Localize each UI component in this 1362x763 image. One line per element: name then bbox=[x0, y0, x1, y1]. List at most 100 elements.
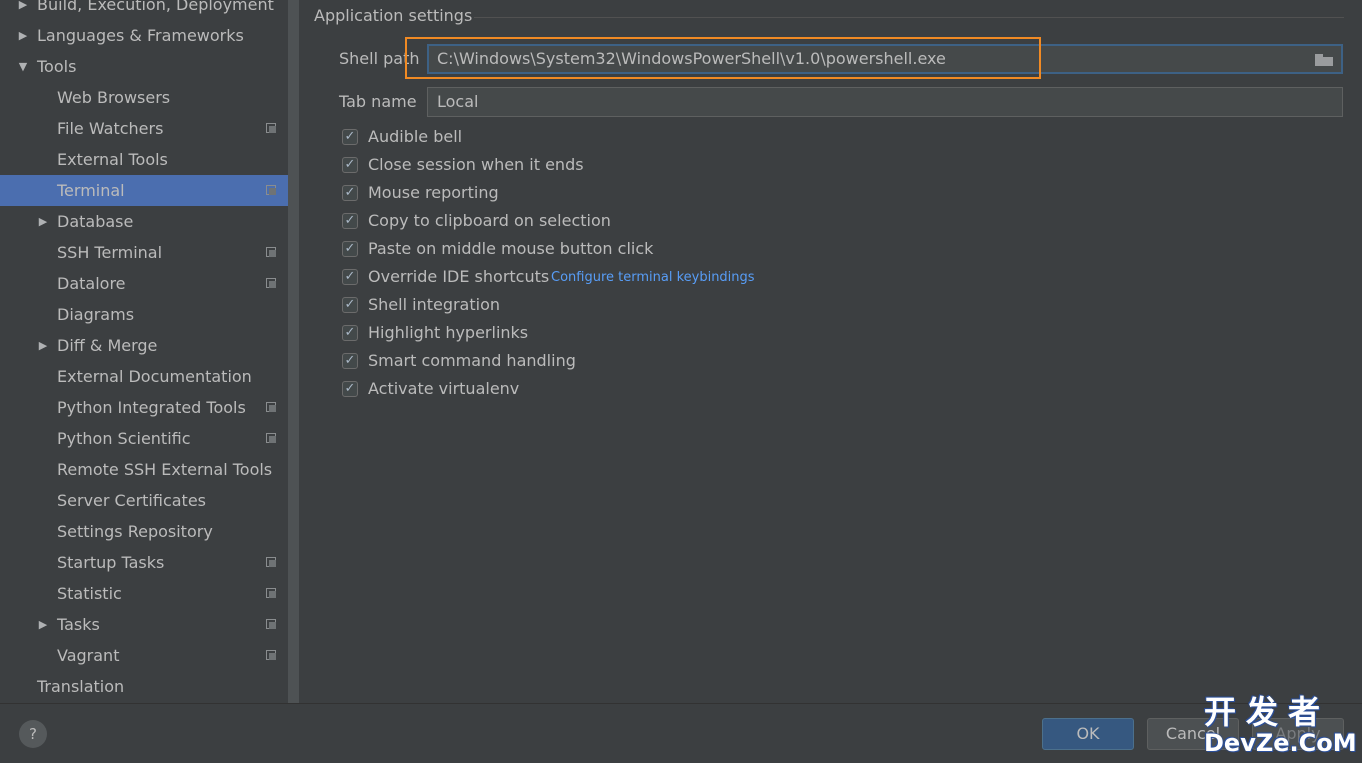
sidebar-item[interactable]: ▶ Diff & Merge bbox=[0, 330, 288, 361]
sidebar-item-label: Translation bbox=[37, 677, 125, 696]
collapsed-arrow-icon[interactable]: ▶ bbox=[17, 0, 29, 20]
project-level-icon bbox=[266, 588, 276, 598]
project-level-icon bbox=[266, 619, 276, 629]
sidebar-item-label: Languages & Frameworks bbox=[37, 26, 244, 45]
project-level-icon bbox=[266, 278, 276, 288]
group-title: Application settings bbox=[314, 6, 473, 25]
cancel-button[interactable]: Cancel bbox=[1147, 718, 1239, 750]
settings-tree: ▶ Build, Execution, Deployment ▶ Languages … bbox=[0, 0, 288, 703]
dialog-footer: ? OK Cancel Apply bbox=[0, 703, 1362, 763]
group-divider bbox=[474, 17, 1344, 18]
sidebar-item-label: File Watchers bbox=[57, 119, 164, 138]
checkbox-label: Paste on middle mouse button click bbox=[368, 239, 654, 258]
sidebar-item[interactable]: Server Certificates bbox=[0, 485, 288, 516]
sidebar-item-label: Datalore bbox=[57, 274, 126, 293]
sidebar-item[interactable]: Datalore bbox=[0, 268, 288, 299]
sidebar-item-label: Remote SSH External Tools bbox=[57, 460, 273, 479]
checkbox-label: Copy to clipboard on selection bbox=[368, 211, 611, 230]
collapsed-arrow-icon[interactable]: ▶ bbox=[17, 20, 29, 51]
sidebar-item-label: Tools bbox=[37, 57, 77, 76]
sidebar-item-label: SSH Terminal bbox=[57, 243, 163, 262]
sidebar-item-label: External Tools bbox=[57, 150, 168, 169]
sidebar-item-label: Tasks bbox=[57, 615, 100, 634]
sidebar-item-label: Statistic bbox=[57, 584, 122, 603]
configure-keybindings-link[interactable]: Configure terminal keybindings bbox=[551, 270, 755, 286]
collapsed-arrow-icon[interactable]: ▶ bbox=[37, 206, 49, 237]
shell-path-value: C:\Windows\System32\WindowsPowerShell\v1… bbox=[437, 49, 946, 68]
sidebar-item[interactable]: SSH Terminal bbox=[0, 237, 288, 268]
checkbox-label: Activate virtualenv bbox=[368, 379, 520, 398]
help-button[interactable]: ? bbox=[19, 720, 47, 748]
sidebar-item[interactable]: ▶ Tasks bbox=[0, 609, 288, 640]
sidebar-item[interactable]: Python Scientific bbox=[0, 423, 288, 454]
sidebar-item-label: Server Certificates bbox=[57, 491, 206, 510]
sidebar-item[interactable]: Python Integrated Tools bbox=[0, 392, 288, 423]
project-level-icon bbox=[266, 650, 276, 660]
sidebar-item[interactable]: Statistic bbox=[0, 578, 288, 609]
checkbox-label: Close session when it ends bbox=[368, 155, 584, 174]
project-level-icon bbox=[266, 433, 276, 443]
sidebar-item[interactable]: Diagrams bbox=[0, 299, 288, 330]
sidebar-item[interactable]: Translation bbox=[0, 671, 288, 702]
sidebar-item-label: Settings Repository bbox=[57, 522, 213, 541]
checkbox[interactable]: ✓ bbox=[342, 353, 358, 369]
shell-path-input[interactable]: C:\Windows\System32\WindowsPowerShell\v1… bbox=[427, 44, 1343, 74]
sidebar-item-label: Vagrant bbox=[57, 646, 120, 665]
tab-name-input[interactable]: Local bbox=[427, 87, 1343, 117]
checkbox[interactable]: ✓ bbox=[342, 297, 358, 313]
project-level-icon bbox=[266, 123, 276, 133]
sidebar-item[interactable]: File Watchers bbox=[0, 113, 288, 144]
tab-name-value: Local bbox=[437, 92, 479, 111]
checkbox-label: Shell integration bbox=[368, 295, 501, 314]
apply-button[interactable]: Apply bbox=[1252, 718, 1344, 750]
tab-name-label: Tab name bbox=[339, 92, 417, 111]
sidebar-item-label: Build, Execution, Deployment bbox=[37, 0, 274, 14]
sidebar-item[interactable]: ▶ Database bbox=[0, 206, 288, 237]
shell-path-label: Shell path bbox=[339, 49, 420, 68]
sidebar-item-label: Startup Tasks bbox=[57, 553, 165, 572]
sidebar-item[interactable]: ▶ Languages & Frameworks bbox=[0, 20, 288, 51]
checkbox[interactable]: ✓ bbox=[342, 129, 358, 145]
sidebar-item-label: Database bbox=[57, 212, 134, 231]
sidebar-item-label: Python Integrated Tools bbox=[57, 398, 246, 417]
sidebar-item-label: Diff & Merge bbox=[57, 336, 158, 355]
checkbox-label: Mouse reporting bbox=[368, 183, 499, 202]
sidebar-item-label: Terminal bbox=[57, 181, 125, 200]
sidebar-item[interactable]: Startup Tasks bbox=[0, 547, 288, 578]
project-level-icon bbox=[266, 185, 276, 195]
expanded-arrow-icon[interactable]: ▼ bbox=[17, 51, 29, 82]
checkbox[interactable]: ✓ bbox=[342, 185, 358, 201]
checkbox-label: Smart command handling bbox=[368, 351, 576, 370]
sidebar-item[interactable]: ▼ Tools bbox=[0, 51, 288, 82]
sidebar-item[interactable]: Settings Repository bbox=[0, 516, 288, 547]
project-level-icon bbox=[266, 402, 276, 412]
sidebar-item[interactable]: Vagrant bbox=[0, 640, 288, 671]
checkbox-label: Highlight hyperlinks bbox=[368, 323, 529, 342]
sidebar-item-label: Web Browsers bbox=[57, 88, 171, 107]
checkbox[interactable]: ✓ bbox=[342, 241, 358, 257]
checkbox[interactable]: ✓ bbox=[342, 381, 358, 397]
ok-button[interactable]: OK bbox=[1042, 718, 1134, 750]
terminal-settings-panel: Application settings Shell path C:\Windo… bbox=[299, 0, 1362, 703]
collapsed-arrow-icon[interactable]: ▶ bbox=[37, 609, 49, 640]
sidebar-item-label: Diagrams bbox=[57, 305, 135, 324]
sidebar-item-label: External Documentation bbox=[57, 367, 252, 386]
checkbox[interactable]: ✓ bbox=[342, 325, 358, 341]
sidebar-scrollbar[interactable] bbox=[288, 0, 299, 703]
folder-icon[interactable] bbox=[1315, 54, 1333, 66]
checkbox[interactable]: ✓ bbox=[342, 269, 358, 285]
sidebar-item[interactable]: Terminal bbox=[0, 175, 288, 206]
project-level-icon bbox=[266, 557, 276, 567]
sidebar-item[interactable]: External Tools bbox=[0, 144, 288, 175]
sidebar-item-label: Python Scientific bbox=[57, 429, 191, 448]
project-level-icon bbox=[266, 247, 276, 257]
checkbox-label: Override IDE shortcuts bbox=[368, 267, 550, 286]
checkbox[interactable]: ✓ bbox=[342, 213, 358, 229]
sidebar-item[interactable]: Web Browsers bbox=[0, 82, 288, 113]
checkbox-label: Audible bell bbox=[368, 127, 463, 146]
collapsed-arrow-icon[interactable]: ▶ bbox=[37, 330, 49, 361]
sidebar-item[interactable]: ▶ Build, Execution, Deployment bbox=[0, 0, 288, 20]
checkbox[interactable]: ✓ bbox=[342, 157, 358, 173]
sidebar-item[interactable]: Remote SSH External Tools bbox=[0, 454, 288, 485]
sidebar-item[interactable]: External Documentation bbox=[0, 361, 288, 392]
